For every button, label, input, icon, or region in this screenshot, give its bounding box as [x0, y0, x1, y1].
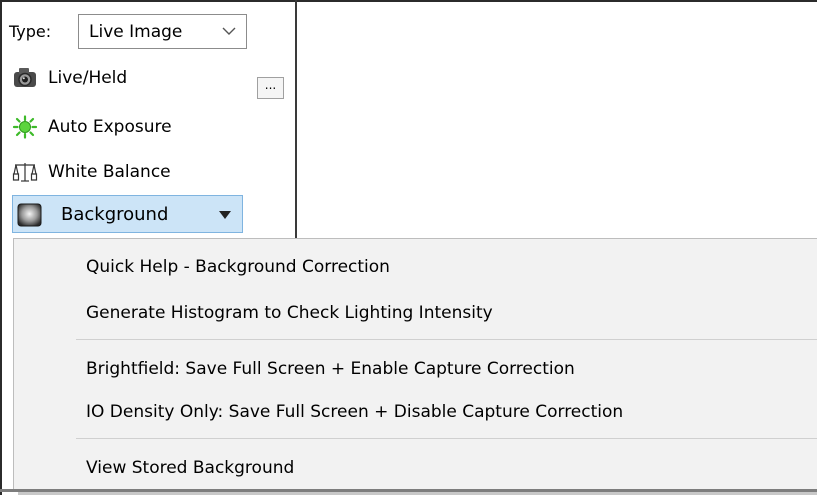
camera-icon: [14, 68, 36, 87]
capture-window: Type: Live Image Live/Held ... Auto Expo…: [0, 0, 817, 495]
background-label: Background: [61, 204, 169, 225]
type-select-value: Live Image: [89, 22, 183, 42]
toolbar-panel-divider: [295, 0, 297, 240]
chevron-down-icon: [222, 27, 236, 35]
menu-separator: [76, 438, 817, 439]
menu-item-quick-help[interactable]: Quick Help - Background Correction: [14, 247, 817, 287]
window-border-left: [0, 0, 2, 495]
menu-item-brightfield-save[interactable]: Brightfield: Save Full Screen + Enable C…: [14, 349, 817, 389]
menu-item-label: Generate Histogram to Check Lighting Int…: [86, 303, 493, 323]
menu-item-label: Quick Help - Background Correction: [86, 257, 390, 277]
background-dropdown-button[interactable]: Background: [12, 195, 243, 233]
menu-item-view-stored-background[interactable]: View Stored Background: [14, 448, 817, 488]
white-balance-label: White Balance: [48, 162, 171, 182]
menu-item-io-density-save[interactable]: IO Density Only: Save Full Screen + Disa…: [14, 392, 817, 432]
live-held-label: Live/Held: [48, 68, 128, 88]
balance-scale-icon: [12, 163, 38, 182]
menu-separator: [76, 339, 817, 340]
caret-down-icon: [219, 211, 231, 219]
window-border-top: [0, 0, 817, 2]
sun-icon: [12, 115, 38, 139]
live-held-button[interactable]: Live/Held: [12, 64, 212, 92]
menu-item-label: IO Density Only: Save Full Screen + Disa…: [86, 402, 624, 422]
window-border-bottom: [0, 489, 817, 492]
type-label: Type:: [9, 22, 52, 41]
background-square-icon: [17, 203, 42, 227]
menu-item-label: View Stored Background: [86, 458, 295, 478]
auto-exposure-button[interactable]: Auto Exposure: [12, 113, 232, 141]
menu-item-generate-histogram[interactable]: Generate Histogram to Check Lighting Int…: [14, 293, 817, 333]
menu-item-label: Brightfield: Save Full Screen + Enable C…: [86, 359, 575, 379]
white-balance-button[interactable]: White Balance: [12, 158, 232, 186]
auto-exposure-label: Auto Exposure: [48, 117, 172, 137]
background-menu: Quick Help - Background Correction Gener…: [13, 238, 817, 489]
type-select[interactable]: Live Image: [78, 14, 247, 49]
more-options-button[interactable]: ...: [257, 77, 284, 99]
